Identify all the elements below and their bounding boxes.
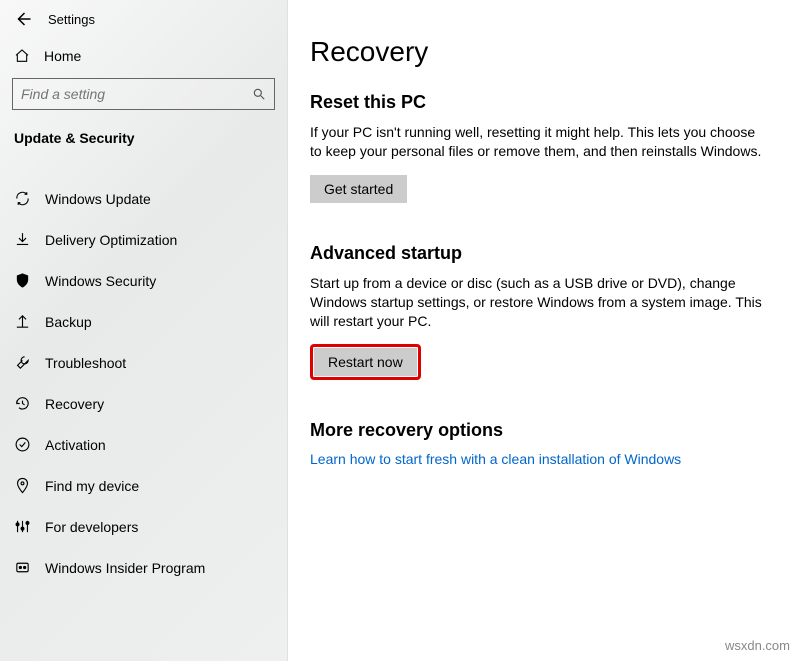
- nav-for-developers[interactable]: For developers: [0, 506, 287, 547]
- nav-delivery-optimization[interactable]: Delivery Optimization: [0, 219, 287, 260]
- restart-now-highlight: Restart now: [310, 344, 421, 380]
- page-title: Recovery: [310, 36, 778, 68]
- nav-troubleshoot[interactable]: Troubleshoot: [0, 342, 287, 383]
- nav-label: Activation: [45, 437, 106, 453]
- back-arrow-icon[interactable]: [14, 10, 32, 28]
- more-title: More recovery options: [310, 420, 778, 441]
- restart-now-button[interactable]: Restart now: [314, 348, 417, 376]
- reset-title: Reset this PC: [310, 92, 778, 113]
- history-icon: [14, 395, 31, 412]
- wrench-icon: [14, 354, 31, 371]
- check-circle-icon: [14, 436, 31, 453]
- home-icon: [14, 48, 30, 64]
- nav-windows-update[interactable]: Windows Update: [0, 178, 287, 219]
- search-input[interactable]: [21, 86, 252, 102]
- get-started-button[interactable]: Get started: [310, 175, 407, 203]
- nav-label: Windows Update: [45, 191, 151, 207]
- home-nav[interactable]: Home: [0, 34, 287, 74]
- search-icon: [252, 87, 266, 101]
- header-row: Settings: [0, 0, 287, 34]
- nav-label: Recovery: [45, 396, 104, 412]
- nav-find-my-device[interactable]: Find my device: [0, 465, 287, 506]
- nav-activation[interactable]: Activation: [0, 424, 287, 465]
- search-box[interactable]: [12, 78, 275, 110]
- nav-label: Find my device: [45, 478, 139, 494]
- download-icon: [14, 231, 31, 248]
- nav-list: Windows Update Delivery Optimization Win…: [0, 178, 287, 588]
- app-title: Settings: [48, 12, 95, 27]
- nav-backup[interactable]: Backup: [0, 301, 287, 342]
- nav-label: For developers: [45, 519, 138, 535]
- sync-icon: [14, 190, 31, 207]
- nav-label: Troubleshoot: [45, 355, 126, 371]
- advanced-title: Advanced startup: [310, 243, 778, 264]
- nav-label: Windows Security: [45, 273, 156, 289]
- reset-desc: If your PC isn't running well, resetting…: [310, 123, 770, 161]
- section-more-recovery: More recovery options Learn how to start…: [310, 420, 778, 467]
- sliders-icon: [14, 518, 31, 535]
- section-advanced-startup: Advanced startup Start up from a device …: [310, 243, 778, 381]
- advanced-desc: Start up from a device or disc (such as …: [310, 274, 770, 331]
- location-icon: [14, 477, 31, 494]
- insider-icon: [14, 559, 31, 576]
- nav-label: Backup: [45, 314, 92, 330]
- home-label: Home: [44, 48, 81, 64]
- content-pane: Recovery Reset this PC If your PC isn't …: [288, 0, 800, 661]
- nav-windows-security[interactable]: Windows Security: [0, 260, 287, 301]
- shield-icon: [14, 272, 31, 289]
- watermark: wsxdn.com: [725, 638, 790, 653]
- nav-label: Windows Insider Program: [45, 560, 205, 576]
- section-reset-pc: Reset this PC If your PC isn't running w…: [310, 92, 778, 203]
- start-fresh-link[interactable]: Learn how to start fresh with a clean in…: [310, 451, 681, 467]
- nav-recovery[interactable]: Recovery: [0, 383, 287, 424]
- category-label: Update & Security: [0, 120, 287, 160]
- nav-windows-insider[interactable]: Windows Insider Program: [0, 547, 287, 588]
- sidebar: Settings Home Update & Security: [0, 0, 288, 661]
- nav-label: Delivery Optimization: [45, 232, 177, 248]
- backup-arrow-icon: [14, 313, 31, 330]
